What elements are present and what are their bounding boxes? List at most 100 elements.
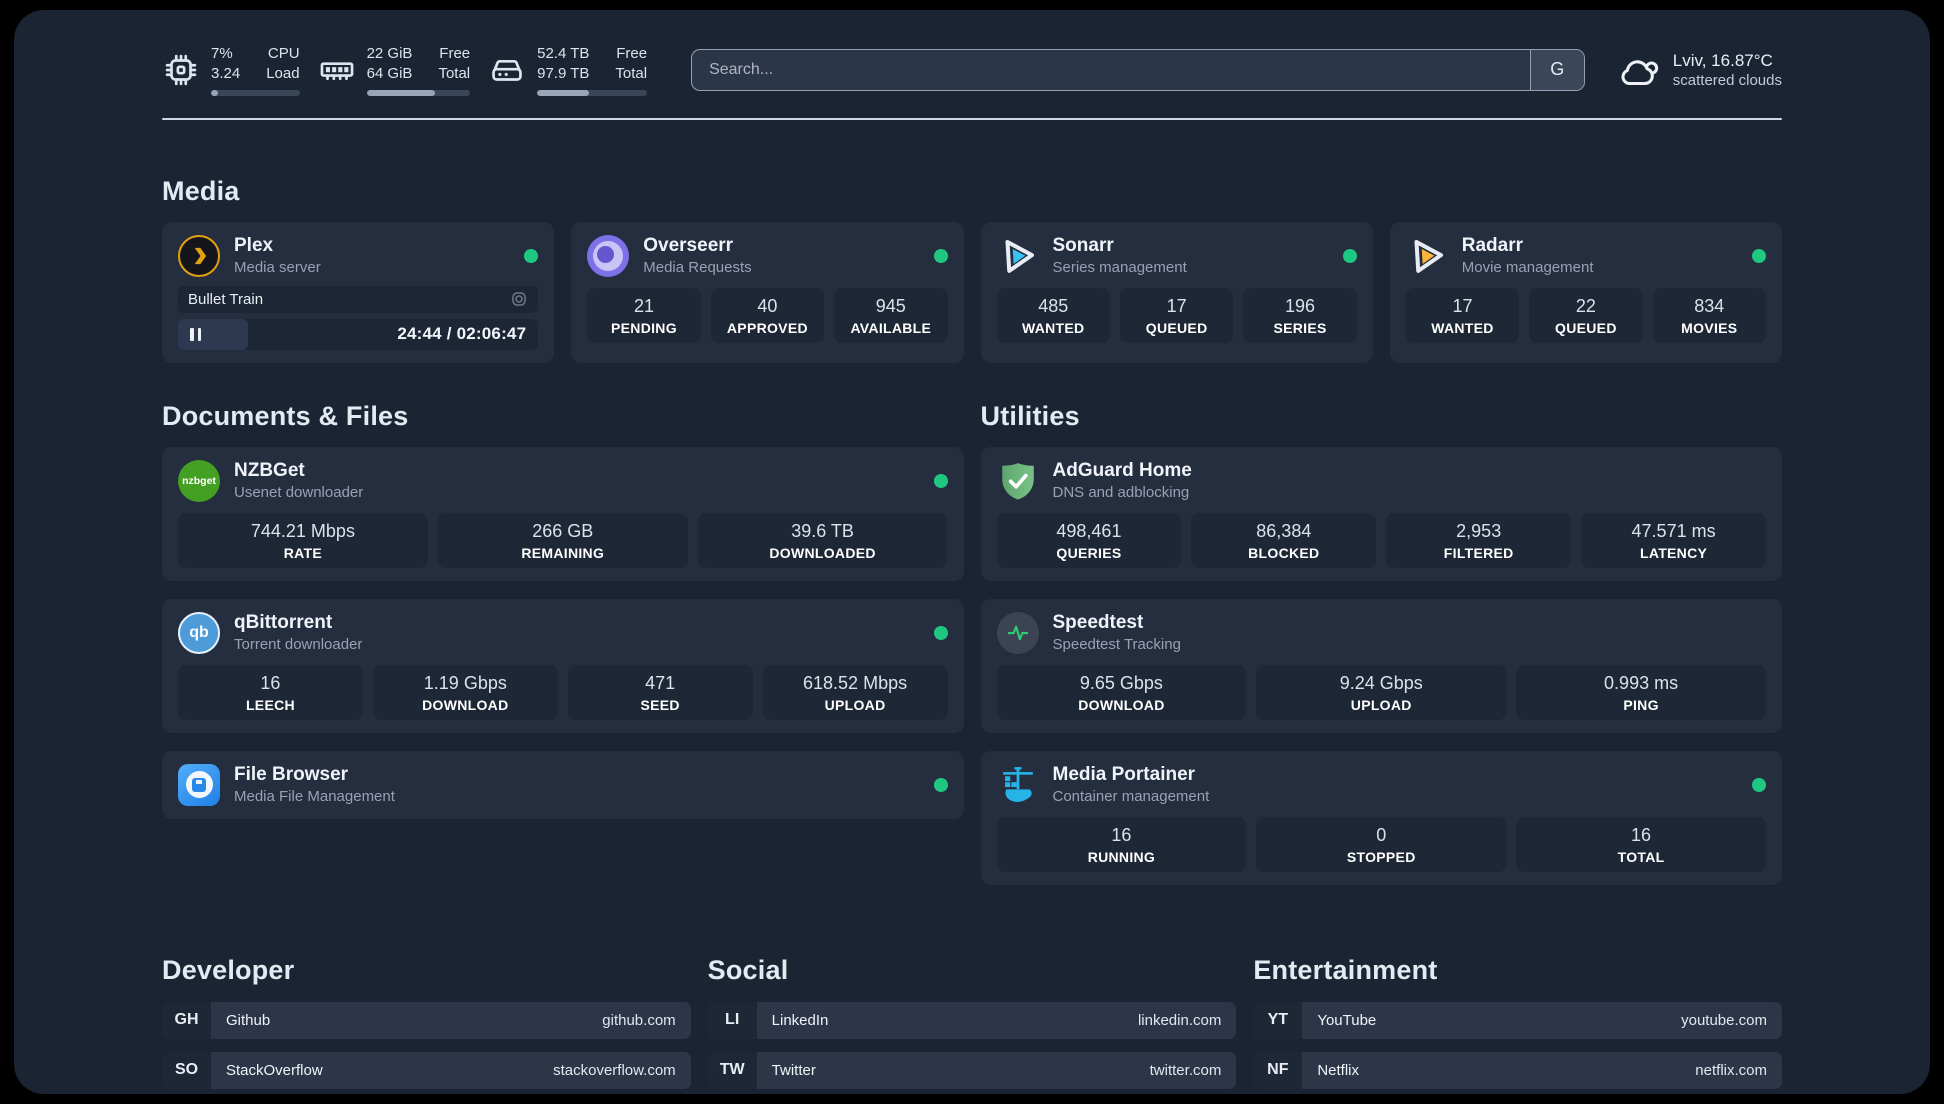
utilities-section-title: Utilities — [980, 400, 1080, 431]
cloud-icon — [1621, 60, 1658, 85]
link-netflix[interactable]: NF Netflix netflix.com — [1253, 1051, 1782, 1089]
section-entertainment: Entertainment YT YouTube youtube.com NF N… — [1253, 955, 1782, 1095]
nzbget-subtitle: Usenet downloader — [234, 484, 364, 502]
qbittorrent-stat-upload: 618.52 Mbps UPLOAD — [762, 664, 948, 720]
radarr-subtitle: Movie management — [1461, 259, 1594, 277]
filebrowser-icon — [178, 763, 220, 806]
portainer-stat-running: 16 RUNNING — [996, 816, 1247, 872]
nzbget-card[interactable]: nzbget NZBGet Usenet downloader 744.21 M… — [162, 446, 964, 581]
disk-stats-widget: 52.4 TB 97.9 TB Free Total — [488, 44, 648, 96]
section-documents: Documents & Files nzbget NZBGet Usenet d… — [162, 401, 964, 819]
netflix-name: Netflix — [1317, 1061, 1360, 1079]
filebrowser-subtitle: Media File Management — [234, 788, 395, 806]
sonarr-stat-series: 196 SERIES — [1243, 287, 1357, 343]
plex-icon — [178, 234, 220, 277]
filebrowser-card[interactable]: File Browser Media File Management — [162, 750, 964, 819]
nzbget-stat-downloaded: 39.6 TB DOWNLOADED — [697, 512, 948, 568]
github-name: Github — [226, 1011, 271, 1029]
session-icon — [512, 292, 526, 306]
link-stackoverflow[interactable]: SO StackOverflow stackoverflow.com — [162, 1051, 691, 1089]
overseerr-status-dot — [933, 248, 948, 263]
header-divider — [162, 117, 1782, 120]
plex-progress-fill — [178, 318, 249, 350]
cpu-load-label: Load — [266, 65, 300, 83]
cpu-usage-value: 7% — [211, 45, 233, 62]
entertainment-section-title: Entertainment — [1253, 954, 1438, 985]
disk-total-label: Total — [615, 65, 648, 83]
portainer-card[interactable]: Media Portainer Container management 16 R… — [980, 750, 1782, 885]
filebrowser-status-dot — [933, 777, 948, 792]
cpu-values: 7% 3.24 — [211, 44, 240, 85]
overseerr-card[interactable]: Overseerr Media Requests 21 PENDING 40 APP… — [571, 221, 964, 363]
link-linkedin[interactable]: LI LinkedIn linkedin.com — [707, 1001, 1237, 1039]
portainer-icon — [1002, 766, 1033, 802]
portainer-stat-stopped: 0 STOPPED — [1256, 816, 1507, 872]
stackoverflow-name: StackOverflow — [226, 1061, 323, 1079]
radarr-card[interactable]: Radarr Movie management 17 WANTED 22 QUEUE… — [1389, 221, 1782, 363]
overseerr-stat-approved: 40 APPROVED — [710, 287, 825, 343]
ram-labels: Free Total — [438, 44, 470, 85]
qbittorrent-icon: qb — [178, 611, 220, 654]
netflix-abbr: NF — [1253, 1051, 1303, 1089]
qbittorrent-stat-seed: 471 SEED — [567, 664, 753, 720]
link-twitter[interactable]: TW Twitter twitter.com — [707, 1051, 1237, 1089]
qbittorrent-subtitle: Torrent downloader — [234, 636, 363, 654]
cpu-labels: CPU Load — [266, 44, 299, 85]
cpu-icon — [165, 54, 197, 86]
disk-free-label: Free — [616, 45, 648, 62]
media-section-title: Media — [162, 175, 240, 206]
section-utilities: Utilities AdGuard Home DNS and adblockin… — [980, 400, 1782, 885]
twitter-url: twitter.com — [1149, 1061, 1222, 1079]
nzbget-stat-remaining: 266 GB REMAINING — [437, 512, 688, 568]
sonarr-stat-queued: 17 QUEUED — [1119, 287, 1234, 343]
speedtest-name: Speedtest — [1052, 611, 1144, 633]
speedtest-stat-upload: 9.24 Gbps UPLOAD — [1256, 664, 1507, 720]
ram-progress-fill — [366, 89, 435, 96]
cpu-load-value: 3.24 — [211, 65, 241, 83]
pause-icon[interactable] — [190, 327, 201, 341]
radarr-icon — [1414, 239, 1443, 273]
adguard-stat-filtered: 2,953 FILTERED — [1386, 512, 1572, 568]
speedtest-stat-ping: 0.993 ms PING — [1516, 664, 1766, 720]
link-youtube[interactable]: YT YouTube youtube.com — [1253, 1001, 1782, 1039]
plex-now-playing: Bullet Train 24:44 / 02:06:47 — [178, 285, 539, 350]
adguard-card[interactable]: AdGuard Home DNS and adblocking 498,461 Q… — [980, 446, 1782, 581]
radarr-stat-movies: 834 MOVIES — [1652, 287, 1767, 343]
link-github[interactable]: GH Github github.com — [162, 1001, 691, 1039]
sonarr-name: Sonarr — [1052, 234, 1114, 256]
linkedin-url: linkedin.com — [1137, 1011, 1222, 1029]
sonarr-status-dot — [1342, 248, 1357, 263]
qbittorrent-card[interactable]: qb qBittorrent Torrent downloader 16 LEEC… — [162, 598, 964, 733]
sonarr-subtitle: Series management — [1052, 259, 1187, 277]
nzbget-icon: nzbget — [178, 459, 220, 502]
developer-section-title: Developer — [162, 954, 295, 985]
sonarr-card[interactable]: Sonarr Series management 485 WANTED 17 QUE… — [980, 221, 1373, 363]
documents-section-title: Documents & Files — [162, 400, 409, 431]
qbittorrent-name: qBittorrent — [234, 611, 333, 633]
memory-stats-widget: 22 GiB 64 GiB Free Total — [318, 44, 471, 96]
cpu-usage-label: CPU — [267, 45, 300, 62]
google-search-button[interactable]: G — [1529, 49, 1584, 90]
disk-progress-bar — [537, 89, 648, 96]
qbittorrent-status-dot — [933, 625, 948, 640]
disk-progress-fill — [537, 89, 589, 96]
plex-card[interactable]: Plex Media server Bullet Train 24:44 / 0… — [162, 221, 555, 363]
disk-free-value: 52.4 TB — [537, 45, 590, 62]
stackoverflow-url: stackoverflow.com — [553, 1061, 676, 1079]
speedtest-card[interactable]: Speedtest Speedtest Tracking 9.65 Gbps DO… — [980, 598, 1782, 733]
sonarr-stat-wanted: 485 WANTED — [996, 287, 1110, 343]
disk-labels: Free Total — [615, 44, 647, 85]
search-input[interactable] — [692, 49, 1530, 90]
ram-progress-bar — [366, 89, 471, 96]
radarr-status-dot — [1752, 248, 1766, 263]
radarr-stat-wanted: 17 WANTED — [1405, 287, 1520, 343]
ram-free-value: 22 GiB — [366, 45, 413, 62]
sonarr-icon — [1004, 239, 1034, 273]
search-bar: G — [691, 48, 1585, 91]
adguard-stat-queries: 498,461 QUERIES — [996, 512, 1182, 568]
stackoverflow-abbr: SO — [162, 1051, 211, 1089]
speedtest-stat-download: 9.65 Gbps DOWNLOAD — [996, 664, 1247, 720]
cpu-progress-fill — [211, 89, 219, 96]
plex-name: Plex — [234, 234, 274, 256]
nzbget-status-dot — [933, 473, 948, 488]
